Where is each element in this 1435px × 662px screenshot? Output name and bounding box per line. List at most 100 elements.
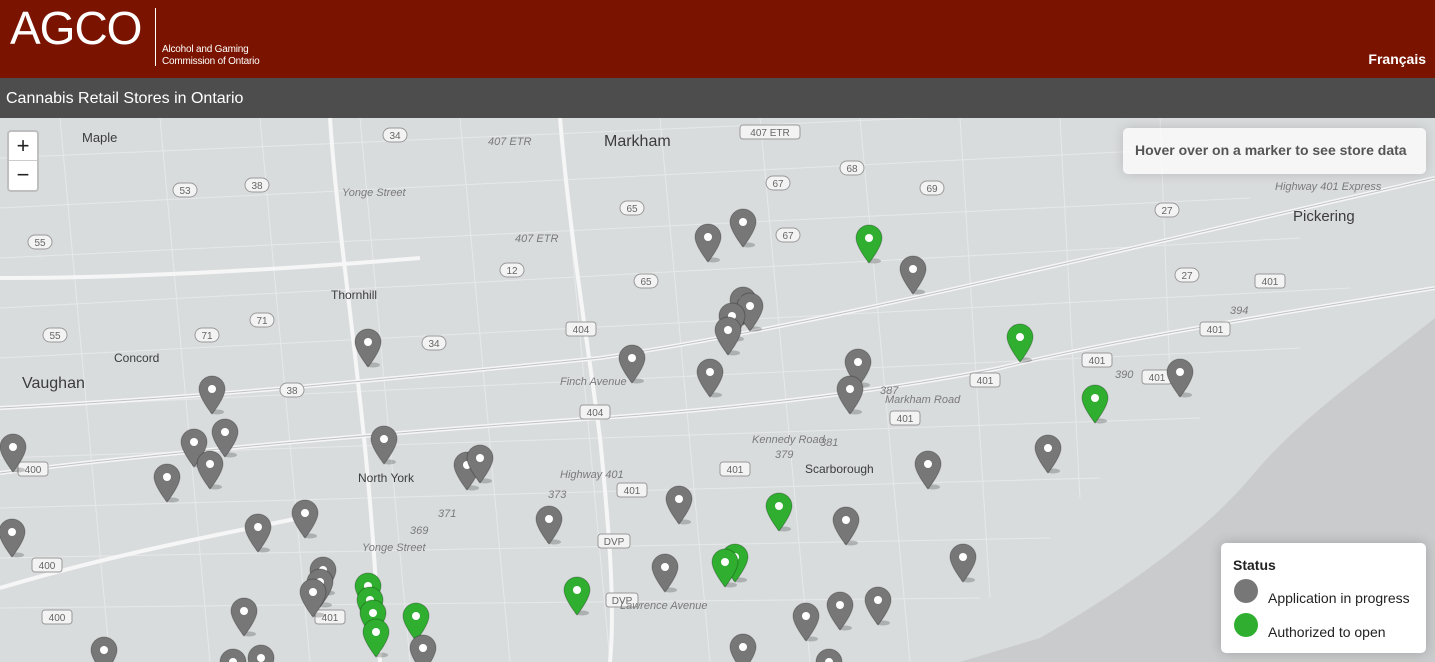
store-marker-in-progress[interactable] [244,513,272,553]
store-marker-in-progress[interactable] [832,506,860,546]
store-marker-in-progress[interactable] [153,463,181,503]
store-marker-in-progress[interactable] [466,444,494,484]
svg-text:401: 401 [977,376,994,387]
store-marker-in-progress[interactable] [291,499,319,539]
store-marker-in-progress[interactable] [1166,358,1194,398]
svg-text:67: 67 [772,179,784,190]
store-marker-authorized[interactable] [765,492,793,532]
store-marker-in-progress[interactable] [826,591,854,631]
map-canvas[interactable]: 34 38 53 55 55 71 71 34 38 12 65 65 67 6… [0,118,1435,662]
store-marker-in-progress[interactable] [815,648,843,662]
svg-text:12: 12 [506,266,518,277]
store-marker-in-progress[interactable] [618,344,646,384]
store-marker-in-progress[interactable] [409,634,437,662]
place-thornhill: Thornhill [331,288,378,302]
place-markham: Markham [604,133,671,150]
svg-text:371: 371 [438,508,456,520]
svg-text:390: 390 [1115,369,1134,381]
store-marker-in-progress[interactable] [696,358,724,398]
svg-text:71: 71 [201,331,213,342]
svg-text:Finch Avenue: Finch Avenue [560,376,627,388]
zoom-out-button[interactable]: − [9,161,37,190]
svg-text:69: 69 [926,184,938,195]
store-info-text: Hover over on a marker to see store data [1135,142,1407,158]
store-marker-in-progress[interactable] [247,644,275,662]
page-title: Cannabis Retail Stores in Ontario [6,90,244,107]
legend-swatch-authorized [1234,613,1258,637]
store-marker-authorized[interactable] [362,618,390,658]
store-marker-in-progress[interactable] [299,578,327,618]
legend-swatch-in-progress [1234,579,1258,603]
store-info-panel: Hover over on a marker to see store data [1123,128,1426,174]
svg-text:373: 373 [548,489,567,501]
store-marker-in-progress[interactable] [714,316,742,356]
store-marker-in-progress[interactable] [836,375,864,415]
zoom-in-button[interactable]: + [9,132,37,161]
svg-text:55: 55 [49,331,61,342]
svg-text:407 ETR: 407 ETR [488,136,531,148]
agco-logo[interactable]: AGCO [10,2,142,54]
store-marker-in-progress[interactable] [230,597,258,637]
store-marker-in-progress[interactable] [729,208,757,248]
language-link[interactable]: Français [1368,51,1426,67]
site-header: AGCO Alcohol and Gaming Commission of On… [0,0,1435,78]
store-marker-in-progress[interactable] [729,633,757,662]
svg-text:400: 400 [25,465,42,476]
svg-text:Kennedy Road: Kennedy Road [752,434,826,446]
store-marker-in-progress[interactable] [219,648,247,662]
store-marker-in-progress[interactable] [370,425,398,465]
store-marker-in-progress[interactable] [0,518,26,558]
logo-subtitle-line2: Commission of Ontario [162,56,260,67]
store-marker-authorized[interactable] [711,548,739,588]
status-legend: Status Application in progress Authorize… [1221,543,1426,653]
store-marker-in-progress[interactable] [90,636,118,662]
store-marker-in-progress[interactable] [651,553,679,593]
svg-text:DVP: DVP [604,537,625,548]
store-marker-in-progress[interactable] [665,485,693,525]
svg-text:400: 400 [49,613,66,624]
svg-text:Highway 401: Highway 401 [560,469,624,481]
store-marker-in-progress[interactable] [198,375,226,415]
store-marker-in-progress[interactable] [949,543,977,583]
svg-text:Lawrence Avenue: Lawrence Avenue [620,600,707,612]
svg-text:55: 55 [34,238,46,249]
store-marker-in-progress[interactable] [864,586,892,626]
svg-text:65: 65 [626,204,638,215]
place-scarborough: Scarborough [805,462,874,476]
svg-text:38: 38 [286,386,298,397]
svg-text:Yonge Street: Yonge Street [362,542,427,554]
store-marker-in-progress[interactable] [354,328,382,368]
store-marker-authorized[interactable] [855,224,883,264]
svg-text:379: 379 [775,449,793,461]
svg-text:27: 27 [1181,271,1193,282]
svg-text:407 ETR: 407 ETR [750,128,789,139]
logo-subtitle-line1: Alcohol and Gaming [162,44,249,55]
store-marker-in-progress[interactable] [0,433,27,473]
svg-text:38: 38 [251,181,263,192]
store-marker-in-progress[interactable] [196,450,224,490]
svg-text:27: 27 [1161,206,1173,217]
store-marker-in-progress[interactable] [914,450,942,490]
legend-title: Status [1233,557,1276,573]
place-north-york: North York [358,471,415,485]
app-root: AGCO Alcohol and Gaming Commission of On… [0,0,1435,662]
store-marker-authorized[interactable] [1006,323,1034,363]
svg-text:369: 369 [410,525,428,537]
place-concord: Concord [114,351,160,365]
legend-label-in-progress: Application in progress [1268,590,1410,606]
logo-divider [155,8,156,66]
title-bar: Cannabis Retail Stores in Ontario [0,78,1435,118]
store-marker-in-progress[interactable] [535,505,563,545]
svg-text:67: 67 [782,231,794,242]
place-vaughan: Vaughan [22,375,85,392]
store-marker-authorized[interactable] [563,576,591,616]
store-marker-authorized[interactable] [1081,384,1109,424]
store-marker-in-progress[interactable] [899,255,927,295]
svg-text:404: 404 [573,325,590,336]
svg-text:68: 68 [846,164,858,175]
store-marker-in-progress[interactable] [694,223,722,263]
store-marker-in-progress[interactable] [1034,434,1062,474]
store-marker-in-progress[interactable] [792,602,820,642]
svg-text:Yonge Street: Yonge Street [342,187,407,199]
svg-text:401: 401 [727,465,744,476]
